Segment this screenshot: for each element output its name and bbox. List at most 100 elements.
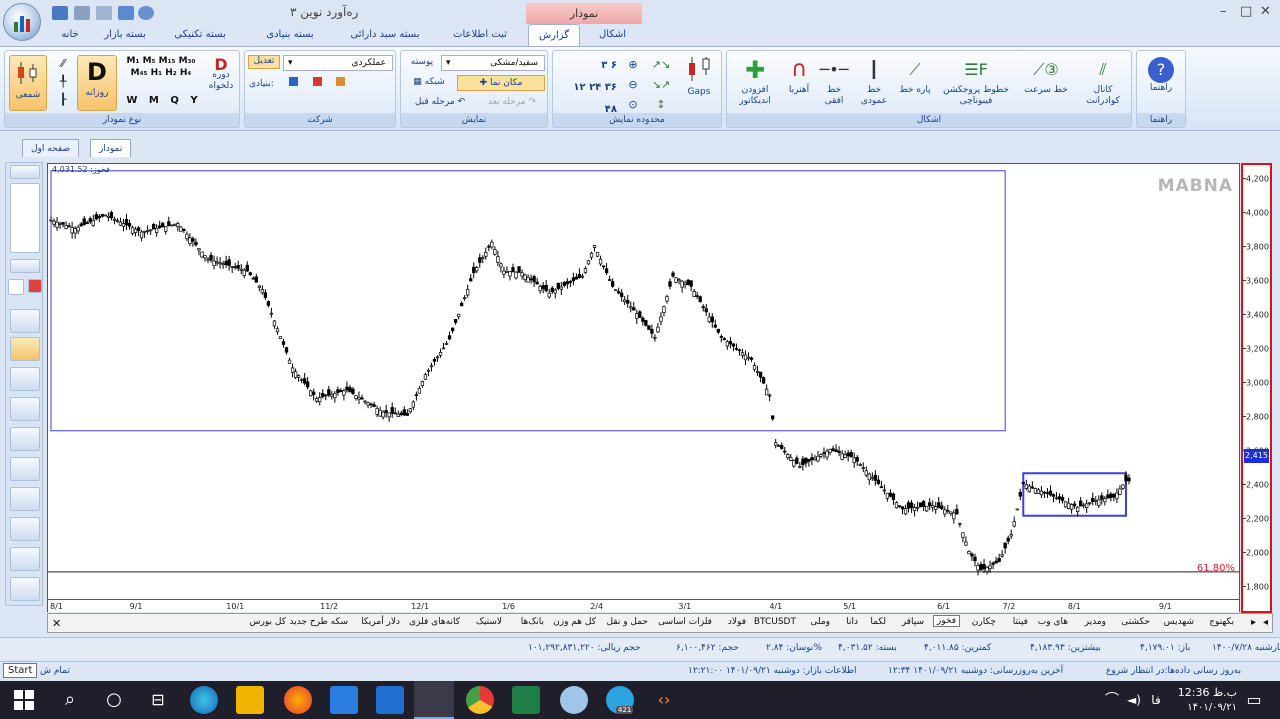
- dev-tool-icon[interactable]: ‹›: [650, 686, 678, 714]
- add-indicator-button[interactable]: ✚ افزودن اندیکاتور: [731, 55, 779, 107]
- symbol-item[interactable]: شهدیس: [1164, 617, 1194, 627]
- tab-shapes[interactable]: اشکال: [585, 24, 640, 46]
- symbol-item[interactable]: کل هم وزن: [553, 617, 596, 627]
- symbol-item[interactable]: فلزات اساسی: [658, 617, 712, 627]
- symbol-item[interactable]: فولاد: [728, 617, 746, 627]
- rahavard-app-icon[interactable]: [414, 681, 454, 719]
- period-buttons[interactable]: W M Q Y: [121, 95, 203, 109]
- candlestick-chart[interactable]: [48, 164, 1239, 599]
- symbol-item[interactable]: های وب: [1038, 617, 1068, 627]
- speed-line-button[interactable]: ⟋③ خط سرعت: [1019, 55, 1073, 96]
- symbol-item[interactable]: حمل و نقل: [606, 617, 648, 627]
- symbol-item[interactable]: دانا: [846, 617, 858, 627]
- app-menu-button[interactable]: [3, 3, 41, 41]
- tool-active-icon[interactable]: [10, 337, 40, 361]
- grid-button[interactable]: ▦ شبکه: [405, 77, 453, 88]
- paint-icon[interactable]: [560, 686, 588, 714]
- candle-chart-button[interactable]: شمعی: [9, 55, 47, 111]
- symbol-item[interactable]: چکارن: [972, 617, 996, 627]
- symbol-item[interactable]: ومدیر: [1085, 617, 1106, 627]
- month-button[interactable]: M: [149, 95, 159, 106]
- range-6[interactable]: ۶: [611, 60, 617, 71]
- quarter-button[interactable]: Q: [170, 95, 179, 106]
- excel-icon[interactable]: [512, 686, 540, 714]
- symbol-item[interactable]: سپاقر: [902, 617, 924, 627]
- symbol-item[interactable]: سکه طرح جدید: [289, 617, 348, 627]
- tab-home[interactable]: خانه: [45, 24, 95, 46]
- firefox-icon[interactable]: [284, 686, 312, 714]
- down-arrow-icon[interactable]: [10, 259, 40, 273]
- tool-refresh-icon[interactable]: [10, 367, 40, 391]
- scroll-buttons[interactable]: ↗↘ ↘↗ ↕: [649, 55, 673, 115]
- range-3[interactable]: ۳: [601, 60, 607, 71]
- range-24[interactable]: ۲۴: [589, 82, 601, 93]
- minimize-button[interactable]: –: [1220, 4, 1227, 19]
- tab-fundamental-pack[interactable]: بسته بنیادی: [250, 24, 330, 46]
- tab-portfolio-pack[interactable]: بسته سبد دارائی: [335, 24, 435, 46]
- export-icon[interactable]: [118, 6, 134, 20]
- symbol-item[interactable]: لکما: [870, 617, 886, 627]
- help-button[interactable]: ? راهنما: [1141, 55, 1181, 94]
- tab-market-pack[interactable]: بسته بازار: [95, 24, 155, 46]
- symbol-item[interactable]: بکهنوج: [1209, 617, 1234, 627]
- quick-access-dropdown-icon[interactable]: [138, 6, 154, 20]
- symbol-item[interactable]: حکشتی: [1121, 617, 1150, 627]
- tab-report[interactable]: گزارش: [528, 24, 580, 46]
- custom-period-button[interactable]: D دوره دلخواه: [205, 57, 237, 109]
- print-icon[interactable]: [74, 6, 90, 20]
- tool-pointer-icon[interactable]: [10, 309, 40, 333]
- edge-icon[interactable]: [190, 686, 218, 714]
- print-preview-icon[interactable]: [96, 6, 112, 20]
- file-explorer-icon[interactable]: [236, 686, 264, 714]
- vertical-line-button[interactable]: ┃ خط عمودی: [855, 55, 893, 107]
- tool-sync-icon[interactable]: [10, 397, 40, 421]
- tool-settings-icon[interactable]: [10, 427, 40, 451]
- symbol-item[interactable]: بانک‌ها: [521, 617, 544, 627]
- symbol-item[interactable]: کانه‌های فلزی: [409, 617, 460, 627]
- adjust-toggle[interactable]: تعدیل: [248, 55, 280, 69]
- year-button[interactable]: Y: [190, 95, 197, 106]
- notification-icon[interactable]: ▭: [1240, 686, 1268, 714]
- chrome-icon[interactable]: [466, 686, 494, 714]
- prev-step-button[interactable]: مرحله قبل ↶: [405, 97, 475, 108]
- symbol-item[interactable]: وملی: [810, 617, 830, 627]
- close-button[interactable]: ✕: [1260, 4, 1271, 19]
- chart-area[interactable]: فخوز: 4,031.52 MABNA 61.80%: [47, 163, 1240, 600]
- color-box[interactable]: [8, 279, 24, 295]
- mail-icon[interactable]: [376, 686, 404, 714]
- zoom-buttons[interactable]: ⊕ ⊖ ⊙: [623, 55, 643, 115]
- tab-data-entry[interactable]: ثبت اطلاعات: [440, 24, 520, 46]
- search-icon[interactable]: ⌕: [56, 686, 84, 714]
- telegram-icon[interactable]: 421: [606, 686, 634, 714]
- week-button[interactable]: W: [126, 95, 137, 106]
- symbol-item[interactable]: فخوز: [932, 615, 960, 627]
- delete-icon[interactable]: [28, 279, 42, 293]
- daily-button[interactable]: D روزانه: [77, 55, 117, 111]
- price-axis[interactable]: 1,8002,0002,2002,4002,6002,8003,0003,200…: [1241, 163, 1272, 613]
- object-list[interactable]: [10, 183, 40, 253]
- task-view-icon[interactable]: ⊟: [144, 686, 172, 714]
- tool-piggy-icon[interactable]: [10, 457, 40, 481]
- symbol-item[interactable]: کل بورس: [250, 617, 286, 627]
- language-indicator[interactable]: فا: [1142, 686, 1170, 714]
- theme-select[interactable]: سفید/مشکی ▾: [441, 55, 545, 71]
- tool-export-icon[interactable]: [10, 577, 40, 601]
- tool-document-icon[interactable]: [10, 517, 40, 541]
- quadrant-channel-button[interactable]: ⫽ کانال کوادرانت: [1077, 55, 1129, 107]
- windows-start-icon[interactable]: [10, 686, 38, 714]
- scroll-right-arrow-icon[interactable]: ◂: [1263, 617, 1268, 628]
- scroll-left-arrow-icon[interactable]: ▸: [1251, 617, 1256, 628]
- symbol-item[interactable]: فپنتا: [1013, 617, 1028, 627]
- store-icon[interactable]: [330, 686, 358, 714]
- gaps-button[interactable]: Gaps: [679, 55, 719, 107]
- d-icon[interactable]: [336, 77, 346, 86]
- segment-button[interactable]: ⟋ پاره خط: [895, 55, 935, 96]
- range-months[interactable]: ۳ ۶ ۱۲ ۲۴ ۳۶ ۴۸: [557, 55, 617, 121]
- symbol-item[interactable]: لاستیک: [476, 617, 502, 627]
- tool-formula-icon[interactable]: [10, 487, 40, 511]
- save-icon[interactable]: [52, 6, 68, 20]
- fibonacci-button[interactable]: ☰F خطوط پروجکشن فیبوناچی: [937, 55, 1015, 107]
- crosshair-button[interactable]: ✚ مکان نما: [457, 75, 545, 91]
- symbol-item[interactable]: دلار آمریکا: [361, 617, 400, 627]
- pin-icon[interactable]: [10, 165, 40, 179]
